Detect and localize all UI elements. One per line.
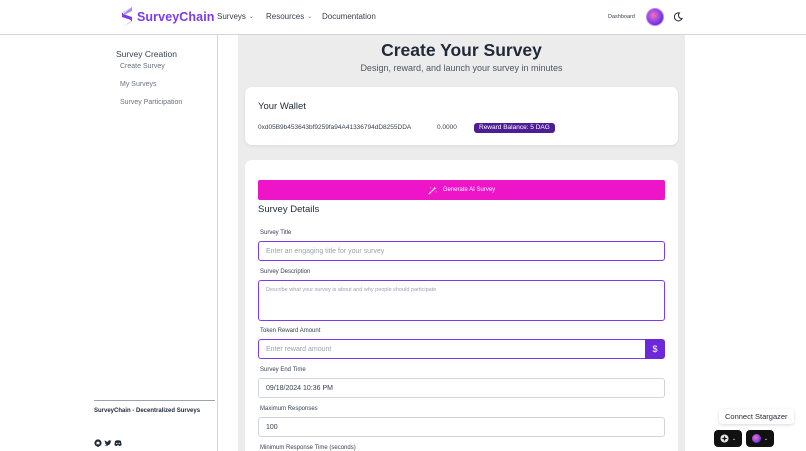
max-responses-input[interactable]: 100 <box>258 417 665 437</box>
survey-title-label: Survey Title <box>260 230 292 236</box>
chevron-down-icon: ⌄ <box>307 14 313 20</box>
survey-description-input[interactable]: Describe what your survey is about and w… <box>258 280 665 321</box>
account-wallet-toggle[interactable]: ⌄ <box>746 430 774 447</box>
twitter-icon[interactable] <box>104 439 112 447</box>
page-subtitle: Design, reward, and launch your survey i… <box>360 63 563 73</box>
wallet-card: Your Wallet 0xd05B9b453643bf9259fa94A413… <box>245 87 678 145</box>
chevron-down-icon: ⌄ <box>763 435 769 442</box>
stargazer-wallet-toggle[interactable]: ⌄ <box>714 430 742 447</box>
reward-balance-badge: Reward Balance: 5 DAG <box>474 122 555 133</box>
connect-stargazer-button[interactable]: Connect Stargazer <box>719 409 794 424</box>
survey-description-placeholder: Describe what your survey is about and w… <box>266 287 437 293</box>
min-response-time-label: Minimum Response Time (seconds) <box>260 445 356 451</box>
token-reward-label: Token Reward Amount <box>260 328 321 334</box>
sidebar-item-my-surveys[interactable]: My Surveys <box>120 81 157 88</box>
footer-brand: SurveyChain - Decentralized Surveys <box>94 408 201 414</box>
nav-surveys[interactable]: Surveys ⌄ <box>217 12 254 21</box>
survey-details-heading: Survey Details <box>258 204 320 215</box>
chevron-down-icon: ⌄ <box>731 435 737 442</box>
survey-end-time-label: Survey End Time <box>260 367 306 373</box>
survey-description-label: Survey Description <box>260 269 311 275</box>
chevron-down-icon: ⌄ <box>248 14 254 20</box>
magic-wand-icon <box>428 185 437 194</box>
max-responses-value: 100 <box>266 423 278 431</box>
brand-name: SurveyChain <box>137 10 215 24</box>
wallet-address: 0xd05B9b453643bf9259fa94A41336794dD8255D… <box>258 124 412 131</box>
dashboard-link[interactable]: Dashboard <box>608 14 635 20</box>
main-content: Create Your Survey Design, reward, and l… <box>238 35 685 451</box>
brand-logo[interactable]: SurveyChain <box>120 6 215 28</box>
survey-title-placeholder: Enter an engaging title for your survey <box>266 247 385 255</box>
nav-resources[interactable]: Resources ⌄ <box>266 12 312 21</box>
github-icon[interactable] <box>94 439 102 447</box>
sidebar-item-create-survey[interactable]: Create Survey <box>120 63 165 70</box>
token-reward-placeholder: Enter reward amount <box>266 345 332 353</box>
nav-resources-label: Resources <box>266 12 305 21</box>
survey-end-time-input[interactable]: 09/18/2024 10:36 PM <box>258 378 665 398</box>
survey-title-input[interactable]: Enter an engaging title for your survey <box>258 241 665 261</box>
discord-icon[interactable] <box>114 439 122 447</box>
page-title: Create Your Survey <box>381 40 542 60</box>
max-responses-label: Maximum Responses <box>260 406 318 412</box>
moon-icon[interactable] <box>673 12 683 22</box>
account-avatar <box>751 434 761 443</box>
sidebar: Survey Creation Create Survey My Surveys… <box>0 35 218 451</box>
wallet-balance: 0.0000 <box>437 124 457 131</box>
nav-surveys-label: Surveys <box>217 12 246 21</box>
top-header: SurveyChain Surveys ⌄ Resources ⌄ Docume… <box>0 0 806 35</box>
stargazer-icon <box>720 434 729 443</box>
sidebar-item-survey-participation[interactable]: Survey Participation <box>120 99 182 106</box>
wallet-title: Your Wallet <box>258 101 306 112</box>
token-reward-input[interactable]: Enter reward amount <box>258 339 646 359</box>
nav-documentation[interactable]: Documentation <box>322 12 376 21</box>
generate-ai-survey-button[interactable]: Generate AI Survey <box>258 180 665 200</box>
survey-end-time-value: 09/18/2024 10:36 PM <box>266 384 333 392</box>
nav-documentation-label: Documentation <box>322 12 376 21</box>
sidebar-divider <box>94 400 215 401</box>
survey-form-card: Generate AI Survey Survey Details Survey… <box>245 160 678 451</box>
sidebar-heading: Survey Creation <box>116 49 177 59</box>
s-logo-icon <box>122 7 132 27</box>
dollar-icon[interactable]: $ <box>645 339 665 359</box>
generate-ai-survey-label: Generate AI Survey <box>442 187 496 193</box>
avatar[interactable] <box>646 8 664 26</box>
